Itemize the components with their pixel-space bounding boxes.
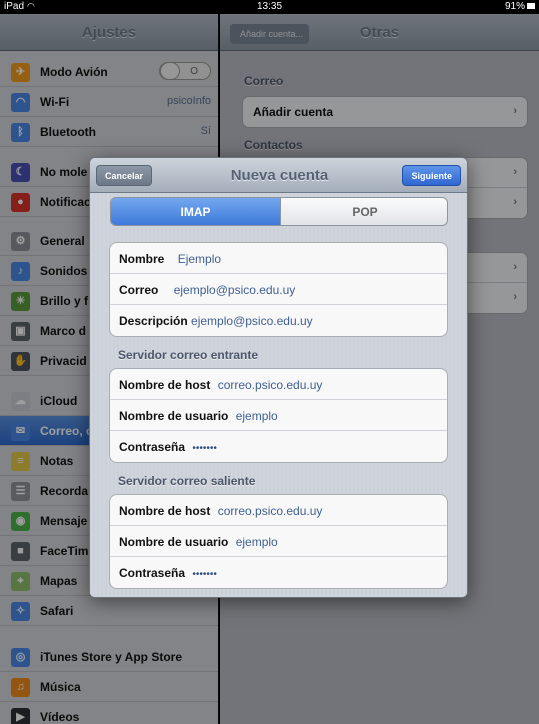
outgoing-host-label: Nombre de host: [119, 504, 211, 518]
incoming-host-value[interactable]: correo.psico.edu.uy: [218, 378, 323, 392]
battery-label: 91%: [504, 1, 525, 12]
email-field[interactable]: Correo ejemplo@psico.edu.uy: [110, 274, 447, 305]
outgoing-user-label: Nombre de usuario: [119, 535, 229, 549]
email-value[interactable]: ejemplo@psico.edu.uy: [174, 283, 296, 297]
description-label: Descripción: [119, 314, 188, 328]
description-value[interactable]: ejemplo@psico.edu.uy: [191, 314, 313, 328]
name-label: Nombre: [119, 252, 165, 266]
incoming-password-row: Contraseña •••••••: [119, 440, 217, 454]
name-field[interactable]: Nombre Ejemplo: [110, 243, 447, 274]
status-time: 13:35: [256, 1, 283, 12]
incoming-server-group: Nombre de host correo.psico.edu.uy Nombr…: [109, 368, 448, 463]
email-label: Correo: [119, 283, 159, 297]
next-button[interactable]: Siguiente: [402, 165, 461, 186]
outgoing-password-value[interactable]: •••••••: [192, 569, 217, 580]
incoming-user-field[interactable]: Nombre de usuario ejemplo: [110, 400, 447, 431]
incoming-password-label: Contraseña: [119, 440, 186, 454]
name-value[interactable]: Ejemplo: [178, 252, 221, 266]
protocol-segmented-control: IMAP POP: [110, 197, 448, 226]
incoming-password-value[interactable]: •••••••: [192, 443, 217, 454]
outgoing-password-field[interactable]: Contraseña •••••••: [110, 557, 447, 588]
incoming-host-row: Nombre de host correo.psico.edu.uy: [119, 378, 322, 392]
outgoing-server-group: Nombre de host correo.psico.edu.uy Nombr…: [109, 494, 448, 589]
segment-pop[interactable]: POP: [280, 198, 447, 225]
status-right: 91%: [505, 1, 535, 12]
incoming-server-header: Servidor correo entrante: [118, 348, 259, 362]
email-row: Correo ejemplo@psico.edu.uy: [119, 283, 295, 297]
outgoing-user-row: Nombre de usuario ejemplo: [119, 535, 278, 549]
outgoing-password-label: Contraseña: [119, 566, 186, 580]
segment-imap[interactable]: IMAP: [111, 198, 280, 225]
outgoing-user-field[interactable]: Nombre de usuario ejemplo: [110, 526, 447, 557]
description-field[interactable]: Descripción ejemplo@psico.edu.uy: [110, 305, 447, 336]
incoming-host-field[interactable]: Nombre de host correo.psico.edu.uy: [110, 369, 447, 400]
outgoing-host-row: Nombre de host correo.psico.edu.uy: [119, 504, 322, 518]
modal-body: IMAP POP Nombre Ejemplo Correo ejemplo@p…: [90, 193, 467, 597]
incoming-user-value[interactable]: ejemplo: [236, 409, 278, 423]
name-row: Nombre Ejemplo: [119, 252, 221, 266]
description-row: Descripción ejemplo@psico.edu.uy: [119, 314, 313, 328]
account-info-group: Nombre Ejemplo Correo ejemplo@psico.edu.…: [109, 242, 448, 337]
outgoing-user-value[interactable]: ejemplo: [236, 535, 278, 549]
incoming-user-row: Nombre de usuario ejemplo: [119, 409, 278, 423]
outgoing-server-header: Servidor correo saliente: [118, 474, 256, 488]
status-bar: iPad ◠ 13:35 91%: [0, 0, 539, 14]
new-account-modal: Cancelar Nueva cuenta Siguiente IMAP POP…: [89, 157, 468, 598]
outgoing-password-row: Contraseña •••••••: [119, 566, 217, 580]
outgoing-host-value[interactable]: correo.psico.edu.uy: [218, 504, 323, 518]
modal-navbar: Cancelar Nueva cuenta Siguiente: [90, 158, 467, 193]
battery-icon: [527, 3, 535, 10]
incoming-password-field[interactable]: Contraseña •••••••: [110, 431, 447, 462]
incoming-user-label: Nombre de usuario: [119, 409, 229, 423]
outgoing-host-field[interactable]: Nombre de host correo.psico.edu.uy: [110, 495, 447, 526]
incoming-host-label: Nombre de host: [119, 378, 211, 392]
